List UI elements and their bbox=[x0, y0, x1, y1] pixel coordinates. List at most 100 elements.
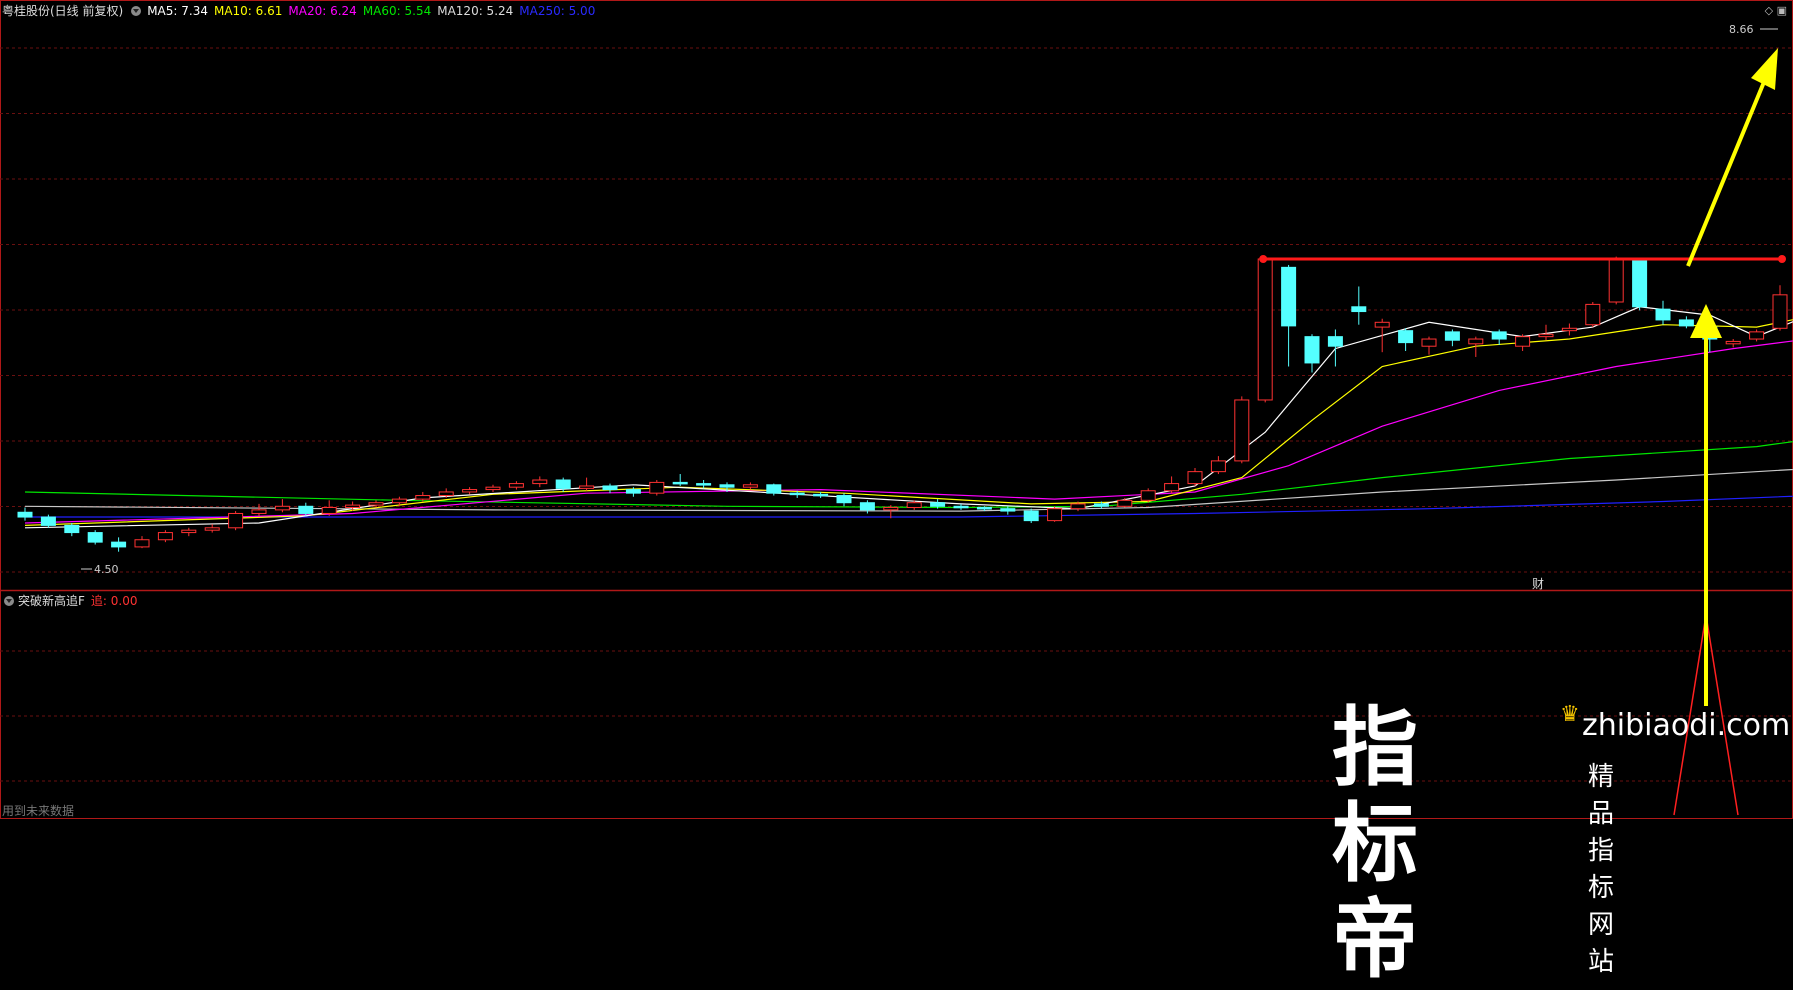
ma10-label: MA10: 6.61 bbox=[213, 4, 283, 18]
finance-marker[interactable]: 财 bbox=[1532, 577, 1544, 591]
watermark-slogan: 精品指标网站 bbox=[1588, 762, 1619, 977]
candle-body bbox=[1187, 471, 1203, 485]
candle-body bbox=[555, 479, 571, 489]
candle-body bbox=[1164, 483, 1180, 492]
candle-body bbox=[1093, 503, 1109, 507]
candle-body bbox=[1398, 330, 1414, 344]
candle-body bbox=[17, 511, 33, 518]
ma20-label: MA20: 6.24 bbox=[288, 4, 357, 18]
candle-body bbox=[462, 489, 478, 493]
candle-body bbox=[1655, 308, 1671, 321]
ma60-label: MA60: 5.54 bbox=[362, 4, 432, 18]
candle-body bbox=[1117, 499, 1133, 507]
candle-body bbox=[1585, 303, 1601, 326]
watermark-logo: 指标帝 bbox=[1332, 698, 1418, 990]
dropdown-icon[interactable] bbox=[131, 6, 142, 16]
candle-body bbox=[87, 532, 103, 543]
candle-body bbox=[508, 483, 524, 488]
chart-header: 粤桂股份(日线 前复权) MA5: 7.34 MA10: 6.61 MA20: 6.2… bbox=[2, 3, 601, 19]
indicator-header: 突破新高追F 追: 0.00 bbox=[2, 593, 137, 609]
candle-body bbox=[976, 506, 992, 510]
candle-body bbox=[579, 485, 595, 489]
candle-body bbox=[1023, 510, 1039, 522]
candle-body bbox=[625, 489, 641, 494]
candle-body bbox=[602, 485, 618, 491]
candle-body bbox=[789, 492, 805, 496]
candle-body bbox=[859, 502, 875, 511]
candle-body bbox=[157, 532, 173, 541]
candle-body bbox=[1515, 336, 1531, 347]
candle-body bbox=[719, 484, 735, 488]
stock-title[interactable]: 粤桂股份(日线 前复权) bbox=[2, 4, 123, 18]
future-data-note: 用到未来数据 bbox=[2, 804, 75, 818]
candle-body bbox=[766, 484, 782, 494]
candle-body bbox=[391, 498, 407, 504]
ma5-label: MA5: 7.34 bbox=[147, 4, 208, 18]
resistance-start-dot bbox=[1259, 254, 1268, 263]
indicator-value: 追: 0.00 bbox=[90, 594, 138, 608]
candle-body bbox=[1210, 460, 1226, 473]
indicator-dropdown-icon[interactable] bbox=[4, 596, 14, 606]
chart-frame bbox=[0, 0, 1793, 819]
candle-body bbox=[1070, 503, 1086, 510]
candle-body bbox=[415, 495, 431, 500]
kline-chart[interactable]: 8.66 4.50 财 bbox=[0, 0, 1793, 819]
candle-body bbox=[883, 506, 899, 511]
ma250-label: MA250: 5.00 bbox=[519, 4, 596, 18]
candle-body bbox=[1257, 258, 1273, 401]
crown-icon: ♛ bbox=[1560, 702, 1580, 727]
ma-line-ma5 bbox=[24, 306, 1793, 529]
ma-line-ma10 bbox=[24, 319, 1793, 526]
candle-body bbox=[1281, 266, 1297, 327]
high-price-label: 8.66 bbox=[1729, 23, 1754, 36]
candle-body bbox=[298, 505, 314, 514]
candle-body bbox=[1725, 340, 1741, 345]
candle-body bbox=[368, 502, 384, 506]
candle-body bbox=[111, 541, 127, 548]
candle-body bbox=[1351, 306, 1367, 313]
indicator-name[interactable]: 突破新高追F bbox=[18, 594, 85, 608]
candle-body bbox=[1538, 333, 1554, 338]
candle-body bbox=[836, 495, 852, 504]
candle-body bbox=[1678, 319, 1694, 327]
candle-body bbox=[906, 502, 922, 508]
candle-body bbox=[485, 486, 501, 491]
candle-body bbox=[1327, 336, 1343, 347]
candle-body bbox=[742, 484, 758, 488]
low-price-label: 4.50 bbox=[94, 563, 119, 576]
candle-body bbox=[1468, 338, 1484, 345]
candle-body bbox=[134, 539, 150, 548]
window-controls[interactable]: ◇ ▣ bbox=[1765, 4, 1787, 17]
candle-body bbox=[672, 481, 688, 485]
candle-body bbox=[438, 491, 454, 497]
candle-body bbox=[953, 505, 969, 509]
candle-body bbox=[1234, 399, 1250, 462]
candle-body bbox=[1749, 331, 1765, 340]
candle-body bbox=[649, 481, 665, 494]
candle-body bbox=[1374, 321, 1390, 328]
candle-body bbox=[1047, 508, 1063, 522]
watermark-site: zhibiaodi.com bbox=[1582, 708, 1791, 743]
resistance-end-dot bbox=[1778, 254, 1786, 263]
candle-body bbox=[1772, 294, 1788, 329]
candle-body bbox=[1140, 490, 1156, 501]
candle-body bbox=[181, 529, 197, 534]
candle-body bbox=[813, 493, 829, 497]
candle-body bbox=[1561, 327, 1577, 332]
candle-body bbox=[1608, 258, 1624, 303]
candle-body bbox=[1491, 331, 1507, 340]
candle-body bbox=[1444, 331, 1460, 341]
arrow-head-diagonal bbox=[1751, 48, 1778, 90]
candle-body bbox=[532, 479, 548, 485]
candle-body bbox=[251, 509, 267, 514]
candle-body bbox=[274, 505, 290, 511]
ma120-label: MA120: 5.24 bbox=[437, 4, 514, 18]
candle-body bbox=[1304, 336, 1320, 364]
arrow-shaft-diagonal bbox=[1686, 81, 1766, 267]
candle-body bbox=[204, 527, 220, 531]
candle-body bbox=[64, 524, 80, 534]
candle-body bbox=[228, 512, 244, 529]
ma-line-ma60 bbox=[24, 441, 1793, 509]
candle-body bbox=[321, 506, 337, 514]
candle-body bbox=[1421, 338, 1437, 347]
